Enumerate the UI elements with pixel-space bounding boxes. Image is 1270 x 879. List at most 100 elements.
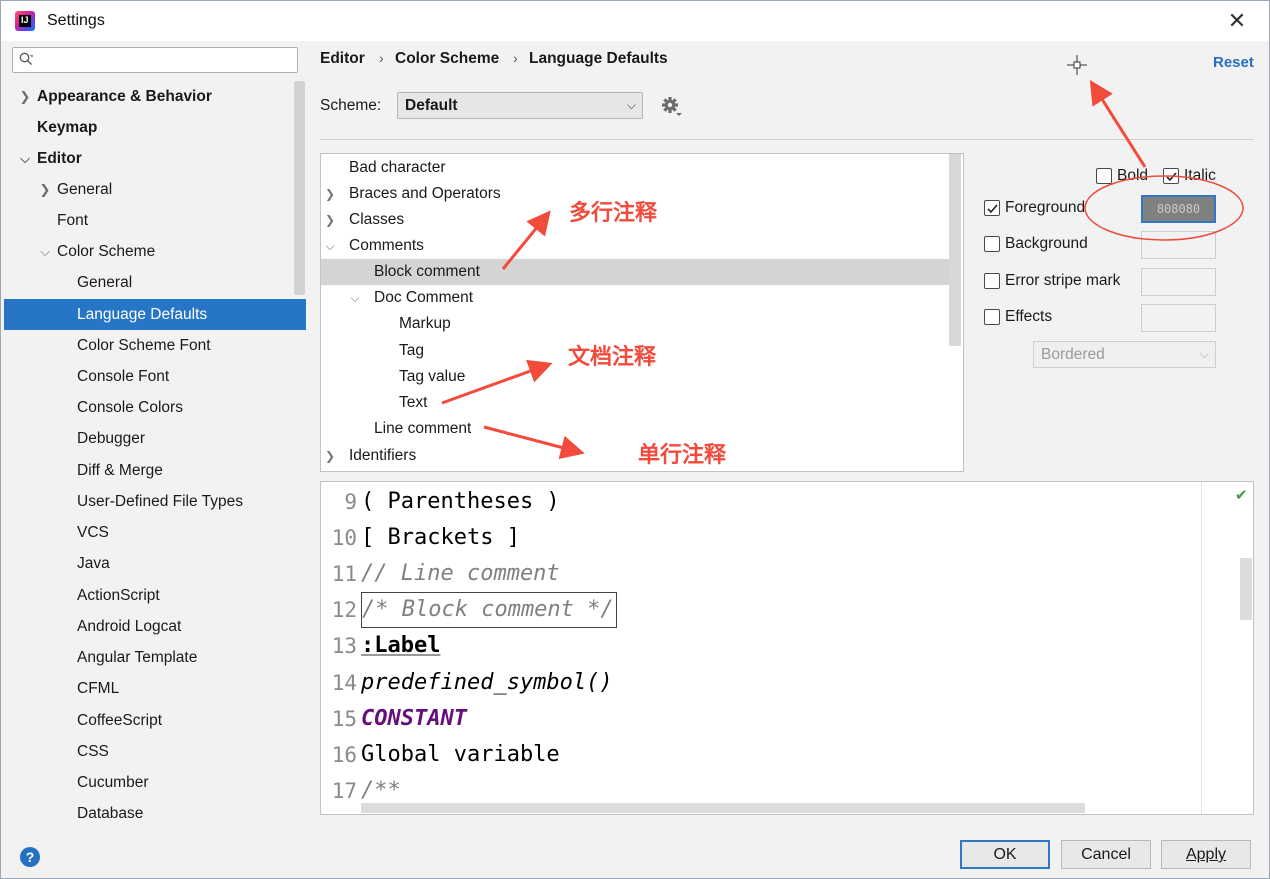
close-button[interactable]: ✕	[1223, 7, 1251, 35]
foreground-color-swatch[interactable]: 808080	[1141, 195, 1216, 223]
sidebar-item-label: Debugger	[77, 430, 146, 447]
sidebar-item-debugger[interactable]: Debugger	[4, 423, 306, 454]
sidebar-item-label: Editor	[37, 150, 82, 167]
sidebar-item-editor-general[interactable]: ❯ General	[4, 174, 306, 205]
sidebar-item-color-scheme-general[interactable]: General	[4, 267, 306, 298]
settings-search-input[interactable]	[12, 47, 298, 73]
effects-color-swatch[interactable]	[1141, 304, 1216, 332]
apply-button[interactable]: Apply	[1161, 840, 1251, 869]
effects-type-dropdown[interactable]: Bordered ⌵	[1033, 341, 1216, 368]
cancel-button[interactable]: Cancel	[1061, 840, 1151, 869]
foreground-checkbox[interactable]	[984, 200, 1000, 216]
code-line-label: :Label	[361, 633, 441, 658]
italic-checkbox[interactable]	[1163, 168, 1179, 184]
italic-label: Italic	[1184, 167, 1216, 184]
scheme-dropdown[interactable]: Default ⌵	[397, 92, 643, 119]
preview-vertical-scrollbar[interactable]	[1240, 558, 1252, 620]
code-preview[interactable]: 9 ( Parentheses ) 10 [ Brackets ] 11 // …	[320, 481, 1254, 815]
code-line-block-comment: /* Block comment */	[361, 592, 617, 628]
bold-label: Bold	[1117, 167, 1149, 184]
sidebar-item-cucumber[interactable]: Cucumber	[4, 767, 306, 798]
sidebar-item-font[interactable]: Font	[4, 205, 306, 236]
arrow-foreground	[1089, 79, 1147, 168]
sidebar-item-appearance-behavior[interactable]: ❯ Appearance & Behavior	[4, 81, 306, 112]
tree-item-comments[interactable]: ⌵ Comments	[321, 233, 949, 259]
tree-item-label: Braces and Operators	[349, 185, 501, 202]
sidebar-item-angular-template[interactable]: Angular Template	[4, 642, 306, 673]
tree-item-label: Line comment	[374, 420, 472, 437]
line-number: 10	[331, 526, 357, 550]
sidebar-item-vcs[interactable]: VCS	[4, 517, 306, 548]
tree-item-text[interactable]: Text	[321, 390, 949, 416]
sidebar-item-console-font[interactable]: Console Font	[4, 361, 306, 392]
sidebar-item-console-colors[interactable]: Console Colors	[4, 392, 306, 423]
sidebar-item-label: Diff & Merge	[77, 462, 163, 479]
line-number: 15	[331, 707, 357, 731]
sidebar-item-label: General	[77, 274, 133, 291]
effects-checkbox[interactable]	[984, 309, 1000, 325]
error-stripe-checkbox[interactable]	[984, 273, 1000, 289]
help-button[interactable]: ?	[20, 847, 40, 867]
inspection-ok-icon: ✔	[1235, 487, 1248, 504]
tree-item-markup[interactable]: Markup	[321, 311, 949, 337]
sidebar-item-label: Color Scheme Font	[77, 337, 211, 354]
sidebar-item-database[interactable]: Database	[4, 798, 306, 829]
chevron-right-icon[interactable]: ❯	[323, 443, 337, 469]
effects-type-value: Bordered	[1041, 346, 1105, 363]
chevron-down-icon[interactable]: ⌵	[323, 233, 337, 259]
sidebar-item-color-scheme-font[interactable]: Color Scheme Font	[4, 330, 306, 361]
sidebar-item-label: Console Colors	[77, 399, 183, 416]
ok-button[interactable]: OK	[960, 840, 1050, 869]
chevron-right-icon[interactable]: ❯	[323, 181, 337, 207]
tree-item-line-comment[interactable]: Line comment	[321, 416, 949, 442]
background-checkbox[interactable]	[984, 236, 1000, 252]
sidebar-item-cfml[interactable]: CFML	[4, 673, 306, 704]
background-color-swatch[interactable]	[1141, 231, 1216, 259]
sidebar-item-label: Console Font	[77, 368, 170, 385]
chevron-down-icon[interactable]: ⌵	[348, 285, 362, 311]
sidebar-item-label: Cucumber	[77, 774, 149, 791]
error-stripe-color-swatch[interactable]	[1141, 268, 1216, 296]
code-line: [ Brackets ]	[361, 525, 520, 550]
sidebar-item-editor[interactable]: ⌵ Editor	[4, 143, 306, 174]
sidebar-item-label: Android Logcat	[77, 618, 182, 635]
sidebar-item-android-logcat[interactable]: Android Logcat	[4, 611, 306, 642]
sidebar-item-diff-merge[interactable]: Diff & Merge	[4, 455, 306, 486]
tree-item-identifiers[interactable]: ❯ Identifiers	[321, 443, 949, 469]
sidebar-item-java[interactable]: Java	[4, 548, 306, 579]
tree-item-doc-comment[interactable]: ⌵ Doc Comment	[321, 285, 949, 311]
tree-item-bad-character[interactable]: Bad character	[321, 155, 949, 181]
sidebar-item-keymap[interactable]: Keymap	[4, 112, 306, 143]
tree-item-label: Tag value	[399, 368, 466, 385]
chevron-right-icon[interactable]: ❯	[38, 174, 52, 205]
chevron-right-icon[interactable]: ❯	[18, 81, 32, 112]
sidebar-item-color-scheme[interactable]: ⌵ Color Scheme	[4, 236, 306, 267]
breadcrumb-color-scheme[interactable]: Color Scheme	[395, 50, 499, 68]
breadcrumb-editor[interactable]: Editor	[320, 50, 365, 68]
chevron-down-icon[interactable]: ⌵	[38, 236, 52, 267]
chevron-right-icon[interactable]: ❯	[323, 207, 337, 233]
crosshair-icon	[1067, 55, 1087, 75]
chevron-down-icon[interactable]: ⌵	[18, 143, 32, 174]
annotation-doc-comment: 文档注释	[568, 345, 657, 370]
bold-checkbox[interactable]	[1096, 168, 1112, 184]
annotation-single-line-comment: 单行注释	[638, 443, 727, 468]
code-line-constant: CONSTANT	[361, 706, 467, 731]
sidebar-item-css[interactable]: CSS	[4, 736, 306, 767]
line-number: 9	[344, 490, 357, 514]
sidebar-item-language-defaults[interactable]: Language Defaults	[4, 299, 306, 330]
sidebar-item-user-defined-file-types[interactable]: User-Defined File Types	[4, 486, 306, 517]
tree-scrollbar[interactable]	[949, 154, 961, 346]
code-line: ( Parentheses )	[361, 489, 560, 514]
reset-link[interactable]: Reset	[1213, 54, 1254, 71]
preview-horizontal-scrollbar[interactable]	[361, 803, 1085, 813]
sidebar-item-actionscript[interactable]: ActionScript	[4, 580, 306, 611]
tree-item-block-comment[interactable]: Block comment	[321, 259, 949, 285]
search-field[interactable]	[39, 50, 293, 70]
tree-item-label: Text	[399, 394, 428, 411]
gear-icon[interactable]	[661, 96, 683, 118]
sidebar-item-label: User-Defined File Types	[77, 493, 243, 510]
sidebar-scrollbar[interactable]	[294, 81, 305, 295]
sidebar-item-coffeescript[interactable]: CoffeeScript	[4, 705, 306, 736]
sidebar-item-label: Angular Template	[77, 649, 198, 666]
